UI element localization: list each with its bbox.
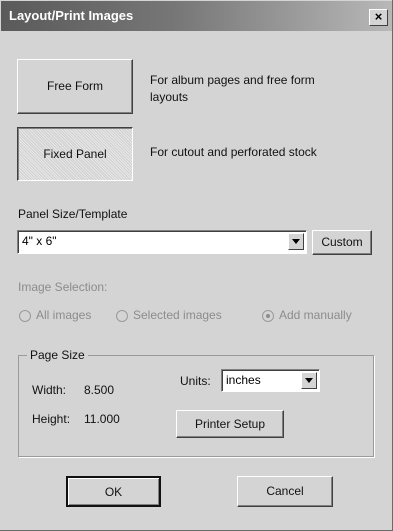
panel-size-select[interactable]: 4" x 6" (17, 230, 307, 254)
units-label: Units: (180, 374, 211, 388)
units-dropdown-arrow-button[interactable] (301, 372, 317, 389)
title-bar[interactable]: Layout/Print Images × (1, 1, 392, 31)
fixed-panel-button[interactable]: Fixed Panel (17, 127, 133, 181)
layout-print-dialog: Layout/Print Images × Free Form For albu… (0, 0, 393, 531)
width-value: 8.500 (84, 383, 115, 397)
printer-setup-button[interactable]: Printer Setup (176, 410, 284, 438)
ok-button-label: OK (104, 485, 123, 499)
panel-size-label: Panel Size/Template (18, 207, 128, 221)
free-form-description-line-2: layouts (150, 90, 189, 104)
panel-size-value: 4" x 6" (22, 234, 57, 248)
free-form-description-line-1: For album pages and free form (150, 73, 315, 87)
units-value: inches (226, 373, 261, 387)
chevron-down-icon (305, 378, 313, 383)
fixed-panel-description: For cutout and perforated stock (150, 145, 317, 159)
fixed-panel-button-label: Fixed Panel (43, 147, 107, 161)
image-selection-label: Image Selection: (18, 280, 108, 294)
height-label: Height: (32, 412, 71, 426)
add-manually-label[interactable]: Add manually (279, 308, 352, 322)
ok-button[interactable]: OK (66, 476, 161, 507)
all-images-label[interactable]: All images (36, 308, 91, 322)
custom-button[interactable]: Custom (312, 230, 372, 255)
page-size-group: Page Size (18, 348, 374, 457)
units-select[interactable]: inches (221, 369, 320, 392)
free-form-button-label: Free Form (46, 79, 103, 93)
add-manually-radio[interactable] (262, 310, 274, 322)
height-value: 11.000 (84, 412, 120, 426)
free-form-description: For album pages and free form layouts (150, 72, 315, 106)
page-size-title: Page Size (27, 348, 88, 362)
window-title: Layout/Print Images (9, 8, 134, 23)
all-images-radio[interactable] (19, 310, 31, 322)
width-label: Width: (32, 383, 67, 397)
free-form-button[interactable]: Free Form (17, 59, 133, 114)
close-button[interactable]: × (369, 9, 388, 26)
cancel-button[interactable]: Cancel (237, 476, 333, 507)
selected-images-label[interactable]: Selected images (133, 308, 222, 322)
printer-setup-button-label: Printer Setup (194, 417, 266, 431)
selected-images-radio[interactable] (116, 310, 128, 322)
custom-button-label: Custom (321, 235, 363, 249)
close-icon: × (374, 9, 383, 24)
dropdown-arrow-button[interactable] (288, 233, 304, 250)
chevron-down-icon (292, 239, 300, 244)
cancel-button-label: Cancel (266, 484, 304, 498)
